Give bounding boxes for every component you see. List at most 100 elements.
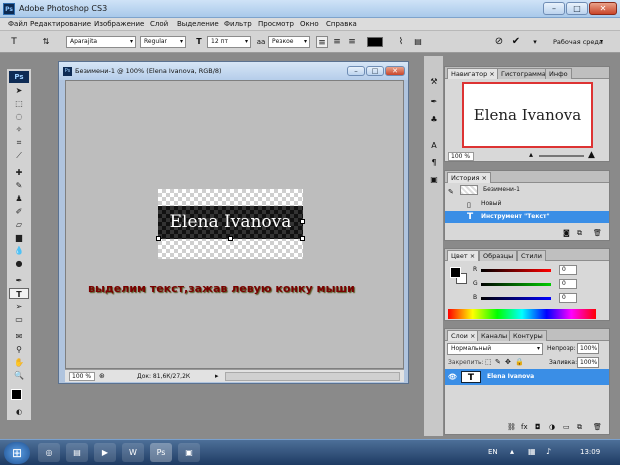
cancel-icon[interactable]: ⊘	[493, 36, 505, 48]
quick-mask-icon[interactable]: ◐	[9, 407, 29, 418]
layer-style-icon[interactable]: fx	[521, 423, 528, 431]
blue-slider[interactable]	[481, 297, 551, 300]
media-player-icon[interactable]: ▶	[94, 443, 116, 462]
tab-histogram[interactable]: Гистограмма	[497, 68, 550, 79]
menu-window[interactable]: Окно	[300, 20, 319, 28]
transform-handle[interactable]	[300, 219, 305, 224]
navigator-zoom-field[interactable]: 100 %	[448, 152, 474, 161]
minimize-button[interactable]: –	[543, 2, 565, 15]
layer-mask-icon[interactable]: ◘	[535, 423, 541, 431]
zoom-tool-icon[interactable]: 🔍	[9, 370, 29, 381]
tray-arrow-icon[interactable]: ▴	[510, 447, 514, 456]
layer-row[interactable]: 👁 T Elena Ivanova	[445, 369, 609, 385]
type-tool-icon[interactable]: T	[9, 288, 29, 299]
image-viewer-icon[interactable]: ▣	[178, 443, 200, 462]
lasso-tool-icon[interactable]: ◌	[9, 111, 29, 122]
eye-visibility-icon[interactable]: 👁	[448, 369, 457, 385]
lock-position-icon[interactable]: ✥	[505, 358, 511, 366]
color-spectrum-bar[interactable]	[448, 309, 596, 319]
notes-tool-icon[interactable]: ✉	[9, 331, 29, 342]
foreground-color-swatch[interactable]	[11, 389, 22, 400]
pen-tool-icon[interactable]: ✒	[9, 275, 29, 286]
navigator-preview[interactable]: Elena Ivanova	[462, 82, 593, 148]
maximize-button[interactable]: □	[566, 2, 588, 15]
brushes-panel-icon[interactable]: ✒	[427, 96, 441, 108]
text-color-swatch[interactable]	[367, 37, 383, 47]
dodge-tool-icon[interactable]: ●	[9, 258, 29, 269]
zoom-level-field[interactable]: 100 %	[69, 372, 95, 381]
horizontal-scrollbar[interactable]	[225, 372, 400, 381]
menu-file[interactable]: Файл	[8, 20, 27, 28]
volume-icon[interactable]: ♪	[546, 447, 551, 456]
menu-image[interactable]: Изображение	[94, 20, 144, 28]
opacity-input[interactable]: 100%	[577, 343, 599, 354]
chevron-down-icon[interactable]: ▾	[529, 36, 541, 48]
workspace-menu[interactable]: Рабочая среда	[553, 38, 603, 46]
link-layers-icon[interactable]: ⛓	[507, 423, 516, 431]
chevron-down-icon[interactable]: ▾	[600, 38, 603, 45]
move-tool-icon[interactable]: ➤	[9, 85, 29, 96]
menu-filter[interactable]: Фильтр	[224, 20, 252, 28]
align-center-icon[interactable]: ≡	[331, 36, 343, 48]
canvas-text-layer[interactable]: Elena Ivanova	[158, 206, 303, 239]
transform-handle[interactable]	[300, 236, 305, 241]
eyedropper-tool-icon[interactable]: ⚲	[9, 344, 29, 355]
tab-swatches[interactable]: Образцы	[479, 250, 518, 261]
tool-presets-icon[interactable]: ⚒	[427, 76, 441, 88]
camera-icon[interactable]: ⧉	[577, 229, 582, 238]
orientation-toggle-icon[interactable]: ⇅	[40, 36, 52, 48]
trash-icon[interactable]: 🗑	[593, 423, 602, 431]
document-minimize-button[interactable]: –	[347, 66, 365, 76]
tab-channels[interactable]: Каналы	[477, 330, 512, 341]
close-button[interactable]: ✕	[589, 2, 617, 15]
gradient-tool-icon[interactable]: ▆	[9, 232, 29, 243]
document-maximize-button[interactable]: □	[366, 66, 384, 76]
lock-pixels-icon[interactable]: ✎	[495, 358, 501, 366]
history-item[interactable]: ▯ Новый	[445, 198, 609, 210]
character-panel-icon[interactable]: A	[427, 140, 441, 152]
language-indicator[interactable]: EN	[488, 448, 498, 456]
navigator-zoom-slider[interactable]	[539, 155, 584, 157]
network-icon[interactable]: ▦	[528, 447, 536, 456]
adjustment-layer-icon[interactable]: ◑	[549, 423, 555, 431]
canvas-area[interactable]: Elena Ivanova выделим текст,зажав левую …	[65, 80, 404, 369]
blend-mode-select[interactable]: Нормальный ▾	[447, 343, 543, 355]
path-selection-tool-icon[interactable]: ➢	[9, 301, 29, 312]
photoshop-taskbar-icon[interactable]: Ps	[150, 443, 172, 462]
tab-styles[interactable]: Стили	[517, 250, 546, 261]
history-item-active[interactable]: T Инструмент "Текст"	[445, 211, 609, 223]
fill-input[interactable]: 100%	[577, 357, 599, 368]
tab-color[interactable]: Цвет ×	[447, 250, 480, 261]
transform-handle[interactable]	[228, 236, 233, 241]
trash-icon[interactable]: 🗑	[593, 229, 602, 237]
clock[interactable]: 13:09	[580, 448, 600, 456]
tab-info[interactable]: Инфо	[545, 68, 572, 79]
commit-check-icon[interactable]: ✔	[510, 36, 522, 48]
healing-brush-tool-icon[interactable]: ✚	[9, 167, 29, 178]
marquee-tool-icon[interactable]: ⬚	[9, 98, 29, 109]
green-value-input[interactable]: 0	[559, 279, 577, 289]
character-panel-icon[interactable]: ▤	[412, 36, 424, 48]
new-layer-icon[interactable]: ⧉	[577, 423, 582, 432]
text-tool-icon[interactable]: T	[6, 36, 22, 48]
menu-select[interactable]: Выделение	[177, 20, 219, 28]
eraser-tool-icon[interactable]: ▱	[9, 219, 29, 230]
canvas[interactable]: Elena Ivanova	[156, 189, 305, 259]
align-left-icon[interactable]: ≡	[316, 36, 328, 48]
status-menu-icon[interactable]: ▸	[215, 372, 219, 380]
status-info-icon[interactable]: ⊛	[99, 372, 105, 380]
new-snapshot-icon[interactable]: ◙	[563, 229, 570, 237]
font-style-select[interactable]: Regular ▾	[140, 36, 186, 48]
red-slider[interactable]	[481, 269, 551, 272]
document-close-button[interactable]: ✕	[385, 66, 405, 76]
history-brush-tool-icon[interactable]: ✐	[9, 206, 29, 217]
paragraph-panel-icon[interactable]: ¶	[427, 157, 441, 169]
menu-layer[interactable]: Слой	[150, 20, 168, 28]
lock-transparency-icon[interactable]: ⬚	[485, 358, 492, 366]
tab-layers[interactable]: Слои ×	[447, 330, 480, 341]
transform-handle[interactable]	[156, 236, 161, 241]
shape-tool-icon[interactable]: ▭	[9, 314, 29, 325]
magic-wand-tool-icon[interactable]: ✧	[9, 124, 29, 135]
layer-name[interactable]: Elena Ivanova	[487, 369, 534, 385]
blur-tool-icon[interactable]: 💧	[9, 245, 29, 256]
